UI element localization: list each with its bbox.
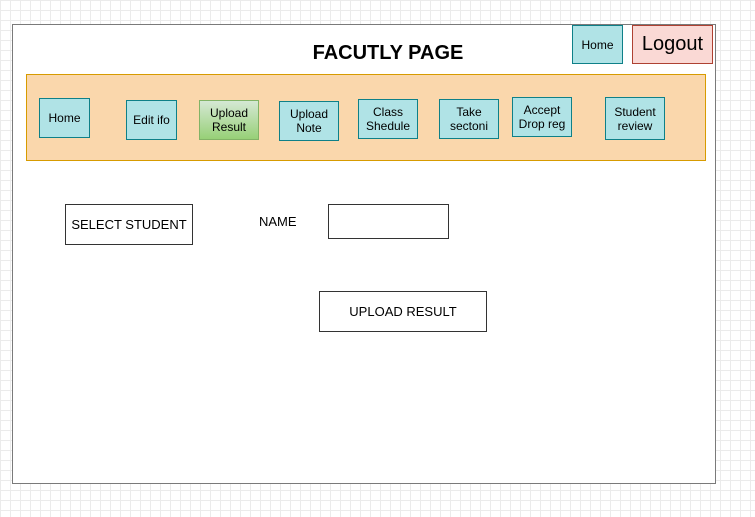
- name-input[interactable]: [328, 204, 449, 239]
- page-title: FACUTLY PAGE: [312, 42, 464, 64]
- nav-item-label: Upload Result: [209, 106, 249, 134]
- nav-item-label: Home: [48, 111, 81, 125]
- nav-item-label: Class Shedule: [365, 105, 411, 133]
- nav-item-upload-result[interactable]: Upload Result: [199, 100, 259, 140]
- nav-item-label: Take sectoni: [449, 105, 489, 133]
- nav-item-take-section[interactable]: Take sectoni: [439, 99, 499, 139]
- nav-item-edit-info[interactable]: Edit ifo: [126, 100, 177, 140]
- nav-item-home[interactable]: Home: [39, 98, 90, 138]
- nav-item-label: Accept Drop reg: [518, 103, 566, 131]
- nav-item-student-review[interactable]: Student review: [605, 97, 665, 140]
- nav-item-accept-drop-reg[interactable]: Accept Drop reg: [512, 97, 572, 137]
- select-student-label: SELECT STUDENT: [71, 217, 187, 232]
- upload-result-label: UPLOAD RESULT: [349, 304, 457, 319]
- nav-item-label: Student review: [614, 104, 656, 133]
- home-button-label: Home: [581, 37, 614, 52]
- upload-result-button[interactable]: UPLOAD RESULT: [319, 291, 487, 332]
- nav-item-label: Edit ifo: [133, 113, 170, 127]
- nav-item-label: Upload Note: [289, 107, 329, 135]
- logout-button-label: Logout: [641, 33, 704, 55]
- logout-button[interactable]: Logout: [632, 25, 713, 64]
- nav-item-upload-note[interactable]: Upload Note: [279, 101, 339, 141]
- nav-item-class-schedule[interactable]: Class Shedule: [358, 99, 418, 139]
- home-button[interactable]: Home: [572, 25, 623, 64]
- name-label: NAME: [259, 214, 297, 229]
- select-student-button[interactable]: SELECT STUDENT: [65, 204, 193, 245]
